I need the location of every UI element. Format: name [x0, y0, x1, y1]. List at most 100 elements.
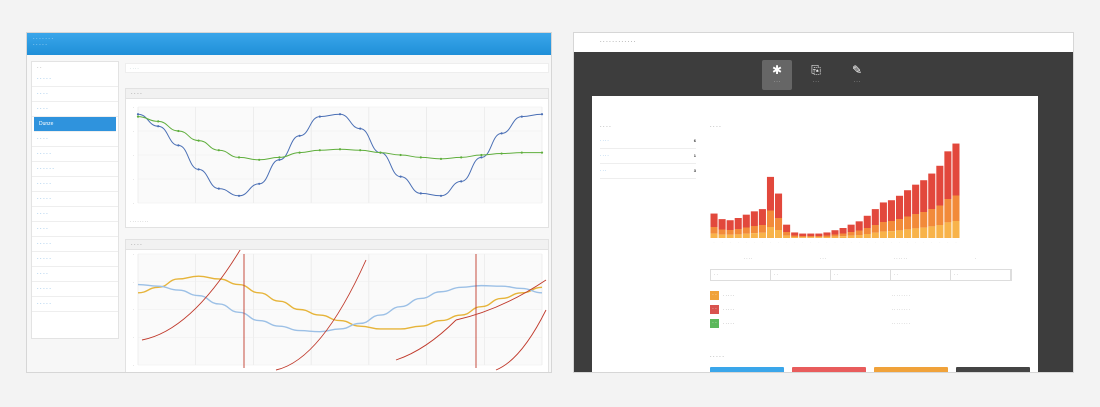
footer-bar-orange[interactable] — [874, 367, 948, 372]
bar-middle — [928, 209, 936, 227]
y-tick-label: · — [133, 335, 134, 340]
panel-title: · · · · — [126, 240, 548, 250]
sidebar: · · · · · · · · · · · · · · · Dunze · · · · ·… — [31, 61, 119, 339]
sidebar-item[interactable]: · · · · — [32, 132, 118, 147]
data-point — [359, 149, 362, 152]
bar-lower — [920, 227, 928, 238]
data-point — [399, 153, 402, 157]
bar-middle — [726, 230, 734, 235]
bar-upper — [920, 180, 928, 212]
bar-middle — [936, 205, 944, 225]
bar-middle — [734, 229, 742, 235]
sidebar-item[interactable]: · · · · · — [32, 252, 118, 267]
stats-row[interactable]: · · · · 1 — [600, 149, 696, 164]
x-tick-label: · — [730, 240, 731, 244]
sidebar-item[interactable]: · · · · · — [32, 282, 118, 297]
bar-middle — [750, 226, 758, 234]
filter-item[interactable]: · — [975, 256, 976, 261]
bar-middle — [742, 227, 750, 234]
data-point — [500, 132, 503, 135]
bar-lower — [791, 237, 799, 238]
footer-bar-dark[interactable] — [956, 367, 1030, 372]
y-tick-label: · — [133, 363, 134, 368]
app-header: · · · · · · · · · · · · — [27, 33, 551, 55]
data-point — [359, 127, 362, 130]
stats-label: · · · — [600, 168, 607, 173]
sidebar-item[interactable]: · · · · — [32, 87, 118, 102]
bar-upper — [726, 220, 734, 230]
nav-reports[interactable]: ⎘ · · · — [801, 60, 831, 90]
stats-count: 6 — [693, 138, 696, 143]
y-tick-label: · — [133, 177, 134, 182]
data-point — [460, 180, 463, 183]
legend-badge: · · — [710, 290, 719, 300]
data-point — [237, 156, 241, 159]
bar-lower — [710, 233, 718, 238]
bar-lower — [775, 230, 783, 238]
footer-title: · · · · · — [710, 354, 724, 360]
sidebar-item[interactable]: · · · · — [32, 267, 118, 282]
y-tick-label: · — [133, 252, 134, 257]
filter-item[interactable]: · · · · — [744, 256, 753, 261]
bar-middle — [871, 225, 879, 233]
x-tick-label: · — [851, 240, 852, 244]
sidebar-item[interactable]: · · · · · — [32, 147, 118, 162]
bar-upper — [936, 165, 944, 206]
legend-label: · · · · · — [723, 306, 735, 312]
bar-upper — [887, 200, 895, 221]
bar-lower — [887, 231, 895, 238]
bar-upper — [912, 184, 920, 214]
nav-settings[interactable]: ✱ · · · — [762, 60, 792, 90]
stats-row[interactable]: · · · · 6 — [600, 134, 696, 149]
footer-bar-red[interactable] — [792, 367, 866, 372]
legend-row[interactable]: · · · · · · · · · · · · · · · — [710, 316, 910, 330]
stats-row[interactable]: · · · 3 — [600, 164, 696, 179]
footer-bar-blue[interactable] — [710, 367, 784, 372]
x-tick-label: · — [754, 240, 755, 244]
data-point — [157, 120, 160, 123]
x-tick-label: · — [867, 240, 868, 244]
bar-upper — [710, 213, 718, 227]
sidebar-item[interactable]: Dunze — [34, 117, 116, 132]
data-point — [197, 139, 200, 142]
sidebar-item[interactable]: · · · · · — [32, 177, 118, 192]
data-point — [177, 144, 180, 147]
legend-badge: · · — [710, 304, 719, 314]
filter-item[interactable]: · · · · · · — [894, 256, 908, 261]
bar-lower — [904, 229, 912, 238]
sidebar-item[interactable]: · · · · · · — [32, 162, 118, 177]
breadcrumb[interactable]: · · · · — [125, 63, 549, 73]
x-tick-label: · — [786, 240, 787, 244]
x-tick-label: · — [931, 240, 932, 244]
bar-upper — [871, 209, 879, 225]
bar-middle — [895, 219, 904, 231]
x-tick-label: · — [818, 240, 819, 244]
clipboard-icon: ⎘ — [811, 63, 821, 77]
bar-upper — [758, 209, 766, 225]
sidebar-item[interactable]: · · · · · — [32, 297, 118, 312]
y-tick-label: · — [133, 279, 134, 284]
section-title: · · · · — [710, 124, 721, 130]
sidebar-item[interactable]: · · · · — [32, 207, 118, 222]
sidebar-item[interactable]: · · · · — [32, 102, 118, 117]
bar-upper — [791, 232, 799, 236]
bar-lower — [879, 231, 887, 238]
data-point — [419, 192, 422, 195]
x-tick-label: · — [915, 240, 916, 244]
left-screenshot: · · · · · · · · · · · · · · · · · · · · ·… — [26, 32, 552, 373]
sidebar-item[interactable]: · · · · · — [32, 192, 118, 207]
bar-middle — [952, 195, 960, 221]
y-tick-label: · — [133, 129, 134, 134]
sidebar-item[interactable]: · · · · — [32, 222, 118, 237]
bar-middle — [887, 221, 895, 232]
bar-lower — [758, 232, 766, 238]
legend-value: · · · · · · · · — [891, 320, 910, 326]
legend-row[interactable]: · · · · · · · · · · · · · · · — [710, 302, 910, 316]
bar-lower — [734, 234, 742, 238]
filter-item[interactable]: · · · — [820, 256, 826, 261]
nav-edit[interactable]: ✎ · · · — [842, 60, 872, 90]
bar-upper — [863, 215, 871, 228]
legend-row[interactable]: · · · · · · · · · · · · · · · — [710, 288, 910, 302]
sidebar-item[interactable]: · · · · · — [32, 72, 118, 87]
sidebar-item[interactable]: · · · · · — [32, 237, 118, 252]
